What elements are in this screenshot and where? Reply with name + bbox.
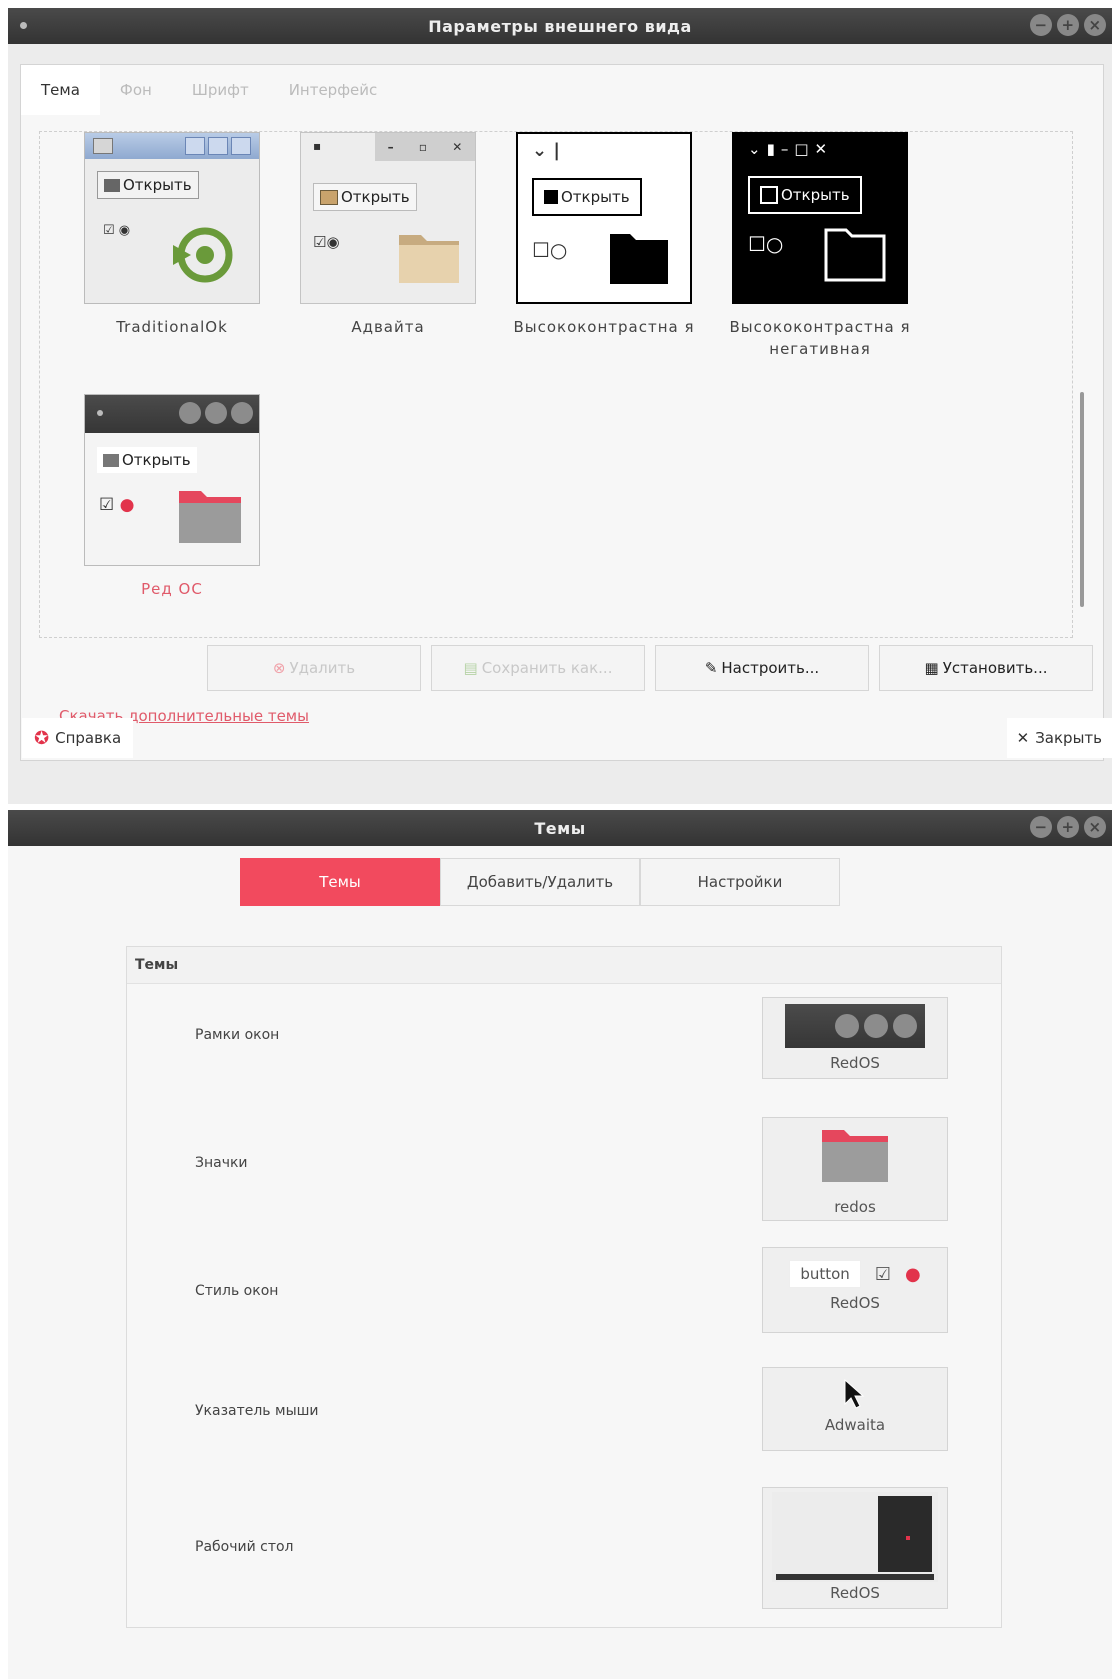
- radio-icon: ●: [904, 1263, 921, 1285]
- install-button[interactable]: ▦ Установить...: [879, 645, 1093, 691]
- segment-themes[interactable]: Темы: [240, 858, 440, 906]
- save-as-button[interactable]: ▤ Сохранить как...: [431, 645, 645, 691]
- mouse-pointer-selector[interactable]: Adwaita: [762, 1367, 948, 1451]
- theme-preview: Открыть ☑ ●: [84, 394, 260, 566]
- icons-selector[interactable]: redos: [762, 1117, 948, 1221]
- preview-open-button: Открыть: [748, 176, 862, 214]
- theme-preview: ⌄▮–□✕ Открыть ☐○: [732, 132, 908, 304]
- delete-button[interactable]: ⊗ Удалить: [207, 645, 421, 691]
- checkbox-icon: ☑: [874, 1263, 891, 1285]
- preview-open-button: Открыть: [313, 183, 417, 211]
- tab-interface[interactable]: Интерфейс: [269, 65, 398, 115]
- appearance-tabs: Тема Фон Шрифт Интерфейс: [21, 65, 397, 115]
- folder-icon: [399, 235, 459, 283]
- preview-titlebar: [85, 133, 259, 159]
- folder-icon: [610, 234, 668, 284]
- theme-actions: ⊗ Удалить ▤ Сохранить как... ✎ Настроить…: [207, 645, 1093, 691]
- desktop-selector[interactable]: RedOS: [762, 1487, 948, 1609]
- theme-item-adwaita[interactable]: ▪ – ▫ ✕ Открыть ☑◉ Адвайта: [288, 132, 488, 338]
- preview-open-button: Открыть: [97, 447, 197, 473]
- row-label-icons: Значки: [195, 1155, 248, 1171]
- tab-background[interactable]: Фон: [100, 65, 172, 115]
- window-menu-icon[interactable]: [20, 22, 27, 29]
- close-x-icon: ✕: [1016, 729, 1030, 747]
- preview-titlebar: [85, 395, 259, 433]
- theme-preview: Открыть ☑ ◉: [84, 132, 260, 304]
- row-label-desktop: Рабочий стол: [195, 1539, 294, 1555]
- tab-theme[interactable]: Тема: [21, 65, 100, 115]
- cursor-icon: [844, 1378, 865, 1409]
- help-icon: ✪: [34, 727, 50, 749]
- theme-name: Ред ОС: [141, 580, 203, 598]
- close-icon[interactable]: ×: [1084, 816, 1106, 838]
- appearance-panel: Тема Фон Шрифт Интерфейс Открыть ☑ ◉ Tra…: [20, 64, 1104, 761]
- theme-item-high-contrast[interactable]: ⌄ | Открыть ☐○ Высококонтрастна я: [504, 132, 704, 338]
- themes-group: Темы Рамки окон RedOS Значки redos Стиль…: [126, 946, 1002, 1628]
- icons-value: redos: [834, 1198, 876, 1216]
- theme-item-high-contrast-inverse[interactable]: ⌄▮–□✕ Открыть ☐○ Высококонтрастна я нега…: [720, 132, 920, 360]
- save-icon: ▤: [463, 659, 478, 677]
- desktop-preview: [772, 1492, 938, 1582]
- themes-segmented-control: Темы Добавить/Удалить Настройки: [240, 858, 840, 906]
- folder-icon: [179, 491, 241, 543]
- segment-add-remove[interactable]: Добавить/Удалить: [440, 858, 640, 906]
- window-borders-selector[interactable]: RedOS: [762, 997, 948, 1079]
- group-title: Темы: [127, 947, 1001, 984]
- theme-name: Высококонтрастна я: [513, 318, 695, 336]
- window-borders-value: RedOS: [830, 1054, 880, 1072]
- maximize-icon[interactable]: +: [1057, 816, 1079, 838]
- row-label-mouse-pointer: Указатель мыши: [195, 1403, 319, 1419]
- tab-font[interactable]: Шрифт: [172, 65, 269, 115]
- maximize-icon[interactable]: +: [1057, 14, 1079, 36]
- themes-titlebar: Темы − + ×: [8, 810, 1112, 846]
- sample-button: button: [789, 1260, 861, 1288]
- delete-icon: ⊗: [272, 659, 286, 677]
- theme-list-scrollbar[interactable]: [1080, 392, 1084, 607]
- theme-name: Высококонтрастна я негативная: [729, 318, 911, 358]
- appearance-titlebar: Параметры внешнего вида − + ×: [8, 8, 1112, 44]
- folder-icon: [824, 228, 886, 282]
- appearance-window: Параметры внешнего вида − + × Тема Фон Ш…: [8, 8, 1112, 804]
- window-style-value: RedOS: [830, 1294, 880, 1312]
- edit-icon: ✎: [704, 659, 718, 677]
- close-button[interactable]: ✕ Закрыть: [1006, 718, 1112, 758]
- theme-item-redos[interactable]: Открыть ☑ ● Ред ОС: [72, 394, 272, 600]
- theme-name: TraditionalOk: [116, 318, 228, 336]
- theme-preview: ▪ – ▫ ✕ Открыть ☑◉: [300, 132, 476, 304]
- desktop-value: RedOS: [830, 1584, 880, 1602]
- theme-preview: ⌄ | Открыть ☐○: [516, 132, 692, 304]
- customize-button[interactable]: ✎ Настроить...: [655, 645, 869, 691]
- close-icon[interactable]: ×: [1084, 14, 1106, 36]
- help-button[interactable]: ✪ Справка: [22, 718, 134, 758]
- restart-icon: [173, 227, 233, 283]
- borders-preview: [785, 1004, 925, 1048]
- minimize-icon[interactable]: −: [1030, 14, 1052, 36]
- preview-open-button: Открыть: [97, 171, 199, 199]
- install-icon: ▦: [924, 659, 939, 677]
- mouse-pointer-value: Adwaita: [824, 1416, 886, 1434]
- row-label-window-style: Стиль окон: [195, 1283, 279, 1299]
- row-label-window-borders: Рамки окон: [195, 1027, 280, 1043]
- segment-settings[interactable]: Настройки: [640, 858, 840, 906]
- preview-open-button: Открыть: [532, 178, 642, 216]
- theme-list: Открыть ☑ ◉ TraditionalOk ▪ – ▫ ✕ Открыт…: [39, 131, 1084, 638]
- appearance-title: Параметры внешнего вида: [428, 16, 692, 36]
- themes-window: Темы − + × Темы Добавить/Удалить Настрой…: [8, 810, 1112, 1679]
- minimize-icon[interactable]: −: [1030, 816, 1052, 838]
- theme-name: Адвайта: [351, 318, 425, 336]
- theme-item-traditionalok[interactable]: Открыть ☑ ◉ TraditionalOk: [72, 132, 272, 338]
- window-style-selector[interactable]: button ☑ ● RedOS: [762, 1247, 948, 1333]
- folder-icon: [822, 1130, 888, 1182]
- themes-title: Темы: [534, 818, 586, 838]
